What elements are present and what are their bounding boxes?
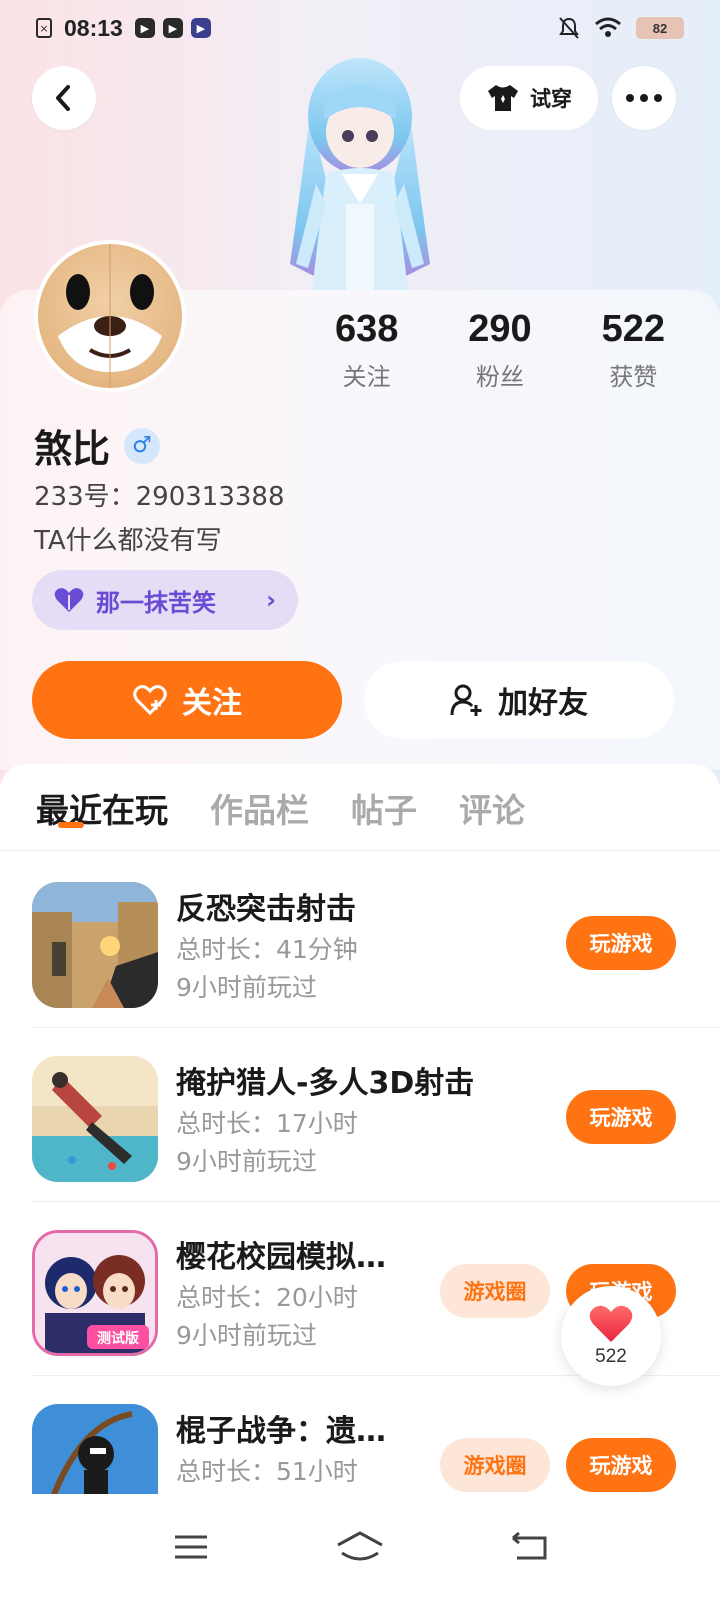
wifi-icon [595,17,621,37]
game-row[interactable]: 反恐突击射击 总时长：41分钟 9小时前玩过 玩游戏 [0,854,720,1028]
stat-value: 522 [601,308,666,350]
game-title: 反恐突击射击 [176,892,356,927]
play-game-button[interactable]: 玩游戏 [566,916,676,970]
game-icon-cover-hunter [32,1056,158,1182]
stat-likes[interactable]: 522 获赞 [573,308,693,398]
heart-icon [589,1305,633,1342]
battery-indicator: 82 [636,17,684,39]
tab-works[interactable]: 作品栏 [210,784,309,832]
profile-stats: 638 关注 290 粉丝 522 获赞 [300,308,700,398]
play-game-button[interactable]: 玩游戏 [566,1090,676,1144]
game-last-played: 9小时前玩过 [176,1321,317,1350]
test-version-badge: 测试版 [97,1330,139,1347]
active-tab-indicator [58,822,84,828]
male-gender-icon: ♂ [124,427,161,464]
game-title: 掩护猎人-多人3D射击 [176,1066,475,1101]
home-icon[interactable] [336,1531,384,1563]
bio-text: TA什么都没有写 [34,526,222,556]
heart-plus-icon [133,685,167,716]
back-nav-icon[interactable] [511,1532,547,1562]
stat-value: 290 [468,308,532,350]
add-user-icon [450,684,482,716]
play-game-button[interactable]: 玩游戏 [566,1438,676,1492]
chevron-left-icon [56,85,70,111]
back-button[interactable] [32,66,96,130]
add-friend-label: 加好友 [498,686,588,721]
tshirt-icon [488,85,518,111]
try-on-button[interactable]: 试穿 [460,66,598,130]
account-id: 233号：290313388 [34,482,285,512]
menu-icon[interactable] [173,1533,209,1561]
bear-avatar-image [58,244,162,388]
more-options-button[interactable] [612,66,676,130]
game-last-played: 9小时前玩过 [176,973,317,1002]
stat-value: 638 [334,308,399,350]
tabs-divider [0,850,720,851]
game-circle-button[interactable]: 游戏圈 [440,1438,550,1492]
avatar-character-figure [280,54,440,294]
game-duration: 总时长：41分钟 [176,935,358,964]
game-duration: 总时长：51小时 [176,1457,358,1486]
game-duration: 总时长：17小时 [176,1109,358,1138]
profile-tabs: 最近在玩 作品栏 帖子 评论 [36,784,525,832]
game-icon-sakura-school: 测试版 [32,1230,158,1356]
mute-bell-icon [559,17,579,39]
tab-recently-played[interactable]: 最近在玩 [36,784,168,832]
avatar[interactable] [34,240,186,392]
stat-label: 获赞 [609,363,658,391]
floating-like-button[interactable]: 522 [561,1286,661,1386]
tag-label: 那一抹苦笑 [96,588,216,617]
system-navigation-bar [0,1494,720,1600]
game-title: 棍子战争：遗… [176,1414,386,1449]
game-duration: 总时长：20小时 [176,1283,358,1312]
stat-label: 粉丝 [475,363,524,391]
username-row: 煞比 ♂ [34,418,161,473]
try-on-label: 试穿 [530,87,572,111]
follow-button[interactable]: 关注 [32,661,342,739]
notification-app-icon: ▶ [162,18,183,38]
game-circle-button[interactable]: 游戏圈 [440,1264,550,1318]
heart-icon [54,588,84,612]
notification-app-icon: ▶ [190,18,211,38]
add-friend-button[interactable]: 加好友 [364,661,674,739]
stat-label: 关注 [342,363,391,391]
chevron-right-icon: › [266,586,276,614]
notification-app-icon: ▶ [134,18,155,38]
username: 煞比 [34,427,111,471]
like-count: 522 [595,1346,627,1367]
stat-following[interactable]: 638 关注 [307,308,427,398]
status-time: 08:13 [64,14,123,41]
game-icon-counter-strike [32,882,158,1008]
tab-posts[interactable]: 帖子 [351,784,417,832]
game-last-played: 9小时前玩过 [176,1147,317,1176]
follow-label: 关注 [182,686,242,721]
stat-followers[interactable]: 290 粉丝 [440,308,560,398]
game-row[interactable]: 掩护猎人-多人3D射击 总时长：17小时 9小时前玩过 玩游戏 [0,1028,720,1202]
more-dots-icon [626,94,662,102]
notification-file-icon: × [36,18,52,38]
tab-comments[interactable]: 评论 [459,784,525,832]
game-title: 樱花校园模拟… [176,1240,386,1275]
profile-tag-chip[interactable]: 那一抹苦笑 › [32,570,298,630]
status-bar: × 08:13 ▶ ▶ ▶ 82 [0,0,720,56]
